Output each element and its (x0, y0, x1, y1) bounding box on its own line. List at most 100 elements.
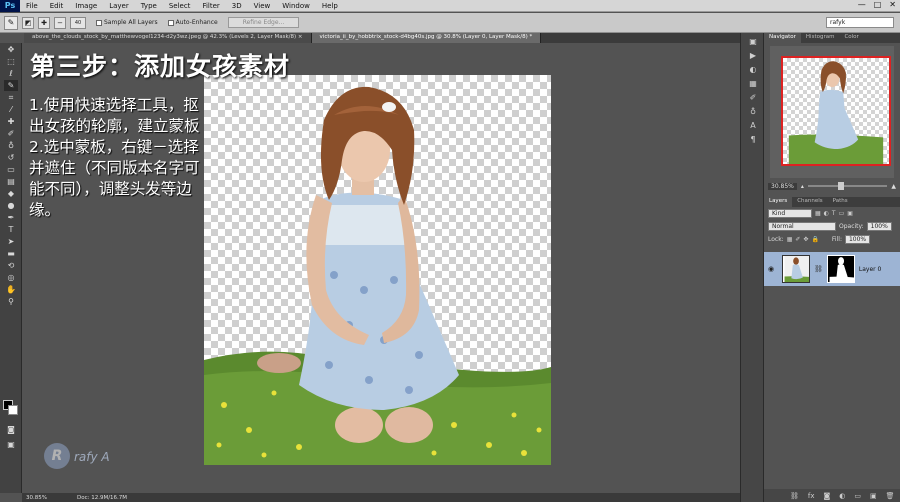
tab-victoria-doc[interactable]: victoria_ii_by_hobbtrix_stock-d4bg40s.jp… (311, 33, 542, 43)
refine-edge-button[interactable]: Refine Edge... (227, 17, 300, 28)
eraser-tool-icon[interactable]: ▭ (4, 164, 18, 175)
background-color-swatch[interactable] (8, 405, 18, 415)
clone-stamp-icon[interactable]: ♁ (4, 140, 18, 151)
move-tool-icon[interactable]: ✥ (4, 44, 18, 55)
shape-tool-icon[interactable]: ▬ (4, 248, 18, 259)
mask-link-icon[interactable]: ⛓ (814, 265, 823, 273)
menu-type[interactable]: Type (135, 2, 163, 10)
character-panel-icon[interactable]: A (746, 121, 760, 131)
pen-tool-icon[interactable]: ✒ (4, 212, 18, 223)
lasso-tool-icon[interactable]: ℓ (4, 68, 18, 79)
screen-mode-icon[interactable]: ▣ (4, 439, 18, 450)
auto-enhance-checkbox[interactable]: Auto-Enhance (167, 19, 218, 26)
sample-all-layers-checkbox[interactable]: Sample All Layers (96, 19, 158, 26)
filter-type-icon[interactable]: T (832, 210, 836, 217)
zoom-slider-knob[interactable] (837, 182, 844, 190)
lock-transparent-icon[interactable]: ▦ (787, 236, 793, 243)
menu-edit[interactable]: Edit (44, 2, 70, 10)
history-brush-icon[interactable]: ↺ (4, 152, 18, 163)
zoom-slider[interactable] (807, 182, 888, 190)
workspace-select[interactable]: rafyk (826, 17, 894, 28)
lock-image-icon[interactable]: ✐ (795, 236, 800, 243)
menu-filter[interactable]: Filter (196, 2, 225, 10)
menu-layer[interactable]: Layer (103, 2, 135, 10)
filter-smart-icon[interactable]: ▣ (847, 210, 853, 217)
eyedropper-tool-icon[interactable]: ⁄ (4, 104, 18, 115)
tab-histogram[interactable]: Histogram (801, 33, 840, 43)
navigator-zoom-value[interactable]: 30.85% (768, 182, 797, 190)
hand-tool-icon[interactable]: ✋ (4, 284, 18, 295)
menu-window[interactable]: Window (276, 2, 316, 10)
tab-channels[interactable]: Channels (792, 197, 827, 207)
type-tool-icon[interactable]: T (4, 224, 18, 235)
new-selection-icon[interactable]: ◩ (22, 16, 34, 29)
3d-camera-icon[interactable]: ◎ (4, 272, 18, 283)
filter-shape-icon[interactable]: ▭ (839, 210, 845, 217)
tab-paths[interactable]: Paths (828, 197, 853, 207)
add-to-selection-icon[interactable]: ✚ (38, 16, 50, 29)
kind-filter-select[interactable]: Kind (768, 209, 812, 218)
tab-navigator[interactable]: Navigator (764, 33, 801, 43)
tab-color[interactable]: Color (839, 33, 863, 43)
new-layer-icon[interactable]: ▣ (870, 492, 877, 500)
clone-source-icon[interactable]: ♁ (746, 107, 760, 117)
status-zoom[interactable]: 30.85% (26, 495, 47, 501)
layer-thumbnail[interactable] (782, 255, 810, 283)
brush-size-picker[interactable]: 40 (70, 16, 86, 29)
menu-help[interactable]: Help (316, 2, 344, 10)
eye-icon[interactable]: ◉ (768, 265, 778, 273)
quick-selection-tool-icon[interactable]: ✎ (4, 80, 18, 91)
quick-selection-tool-preset-icon[interactable]: ✎ (4, 15, 18, 30)
brushes-panel-icon[interactable]: ✐ (746, 93, 760, 103)
zoom-in-icon[interactable]: ▲ (891, 183, 896, 190)
path-selection-icon[interactable]: ➤ (4, 236, 18, 247)
close-button[interactable]: ✕ (889, 0, 896, 9)
minimize-button[interactable]: — (858, 0, 866, 9)
swatches-panel-icon[interactable]: ▦ (746, 79, 760, 89)
delete-layer-icon[interactable]: 🗑 (886, 492, 895, 500)
zoom-tool-icon[interactable]: ⚲ (4, 296, 18, 307)
quick-mask-icon[interactable]: ◙ (4, 424, 18, 435)
gradient-tool-icon[interactable]: ▤ (4, 176, 18, 187)
canvas-area[interactable]: 第三步：添加女孩素材 1.使用快速选择工具，抠出女孩的轮廓，建立蒙板 2.选中蒙… (22, 43, 740, 493)
healing-brush-icon[interactable]: ✚ (4, 116, 18, 127)
blend-mode-select[interactable]: Normal (768, 222, 836, 231)
layer-mask-thumbnail[interactable] (826, 255, 855, 283)
menu-view[interactable]: View (248, 2, 277, 10)
lock-position-icon[interactable]: ✥ (803, 236, 808, 243)
menu-file[interactable]: File (20, 2, 44, 10)
maximize-button[interactable]: □ (874, 0, 882, 9)
adjustment-layer-icon[interactable]: ◐ (839, 492, 845, 500)
blur-tool-icon[interactable]: ◆ (4, 188, 18, 199)
tab-clouds-doc[interactable]: above_the_clouds_stock_by_matthewvogel12… (24, 33, 312, 43)
dodge-tool-icon[interactable]: ● (4, 200, 18, 211)
tab-layers[interactable]: Layers (764, 197, 793, 207)
subtract-selection-icon[interactable]: − (54, 16, 66, 29)
brush-tool-icon[interactable]: ✐ (4, 128, 18, 139)
menu-image[interactable]: Image (69, 2, 103, 10)
actions-panel-icon[interactable]: ▶ (746, 51, 760, 61)
navigator-view-box[interactable] (781, 56, 891, 166)
filter-pixel-icon[interactable]: ▦ (815, 210, 821, 217)
paragraph-panel-icon[interactable]: ¶ (746, 135, 760, 145)
crop-tool-icon[interactable]: ⌗ (4, 92, 18, 103)
opacity-input[interactable]: 100% (866, 222, 892, 231)
filter-adjustment-icon[interactable]: ◐ (824, 210, 829, 217)
add-mask-icon[interactable]: ◙ (824, 492, 831, 500)
marquee-tool-icon[interactable]: ⬚ (4, 56, 18, 67)
layer-name[interactable]: Layer 0 (859, 266, 881, 273)
menu-select[interactable]: Select (163, 2, 197, 10)
link-layers-icon[interactable]: ⛓ (790, 492, 799, 500)
navigator-preview[interactable] (770, 46, 894, 178)
lock-all-icon[interactable]: 🔒 (811, 236, 818, 243)
adjustments-panel-icon[interactable]: ◐ (746, 65, 760, 75)
new-group-icon[interactable]: ▭ (854, 492, 861, 500)
3d-rotate-icon[interactable]: ⟲ (4, 260, 18, 271)
menu-3d[interactable]: 3D (226, 2, 248, 10)
layer-row-layer-0[interactable]: ◉ ⛓ Layer 0 (764, 252, 900, 286)
history-panel-icon[interactable]: ▣ (746, 37, 760, 47)
document-canvas[interactable] (204, 75, 551, 465)
fill-input[interactable]: 100% (844, 235, 871, 244)
zoom-out-icon[interactable]: ▴ (801, 183, 804, 190)
layer-style-icon[interactable]: fx (808, 492, 815, 500)
